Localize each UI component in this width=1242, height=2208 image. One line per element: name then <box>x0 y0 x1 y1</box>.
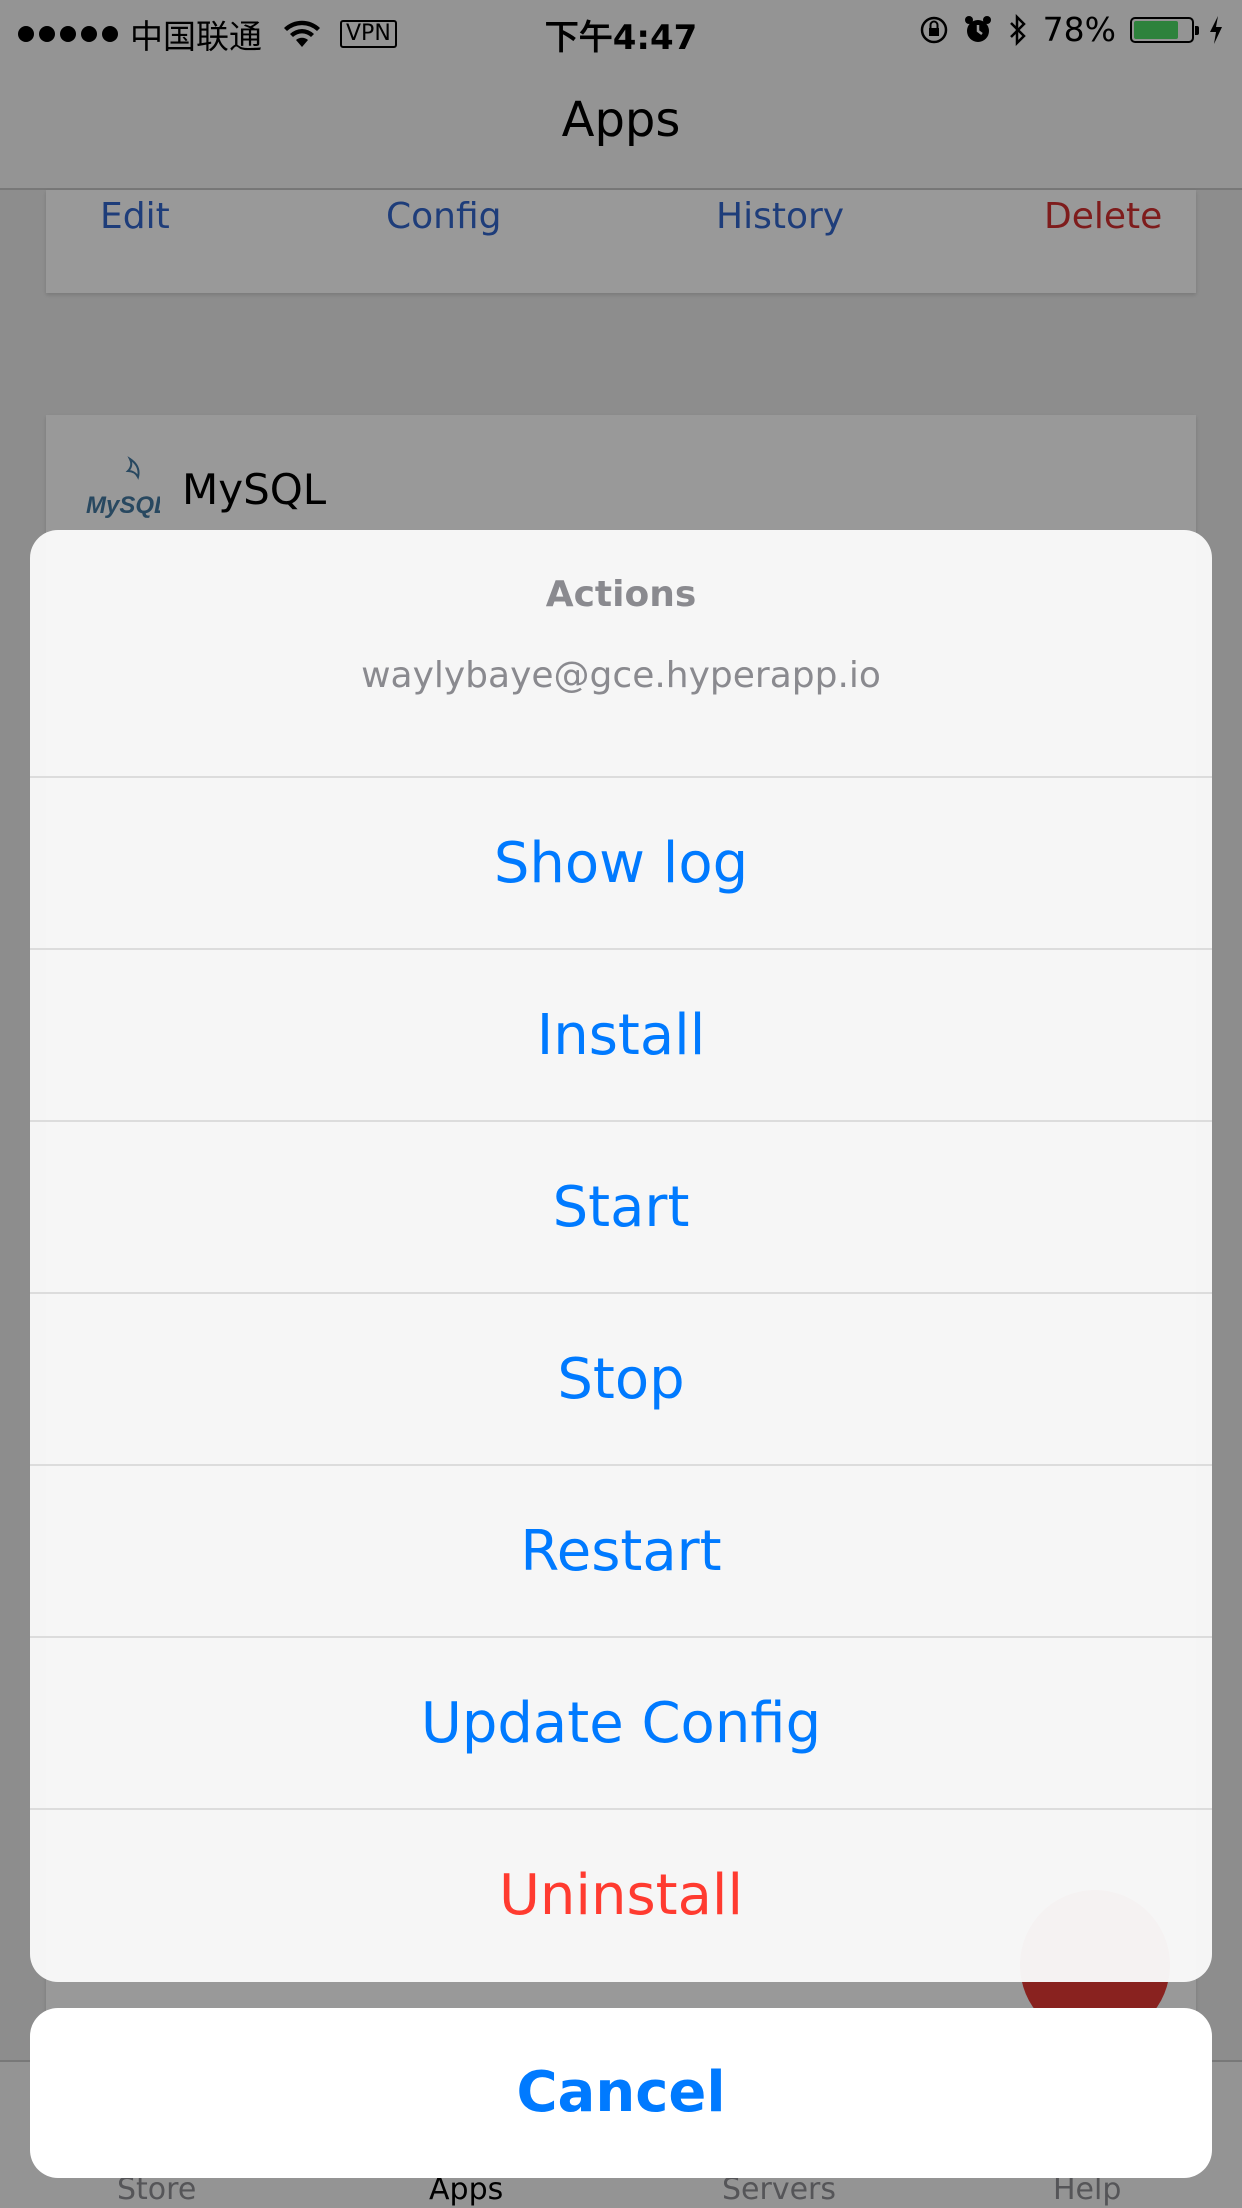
cancel-button[interactable]: Cancel <box>30 2008 1212 2178</box>
start-button[interactable]: Start <box>30 1122 1212 1294</box>
action-sheet-subtitle: waylybaye@gce.hyperapp.io <box>361 655 881 696</box>
action-sheet: Actions waylybaye@gce.hyperapp.io Show l… <box>30 530 1212 1982</box>
update-config-button[interactable]: Update Config <box>30 1638 1212 1810</box>
uninstall-button[interactable]: Uninstall <box>30 1810 1212 1982</box>
show-log-button[interactable]: Show log <box>30 778 1212 950</box>
restart-button[interactable]: Restart <box>30 1466 1212 1638</box>
install-button[interactable]: Install <box>30 950 1212 1122</box>
stop-button[interactable]: Stop <box>30 1294 1212 1466</box>
action-sheet-header: Actions waylybaye@gce.hyperapp.io <box>30 530 1212 778</box>
action-sheet-title: Actions <box>545 574 697 615</box>
screen: 中国联通 VPN 下午4:47 78% Apps Edit Config His… <box>0 0 1242 2208</box>
